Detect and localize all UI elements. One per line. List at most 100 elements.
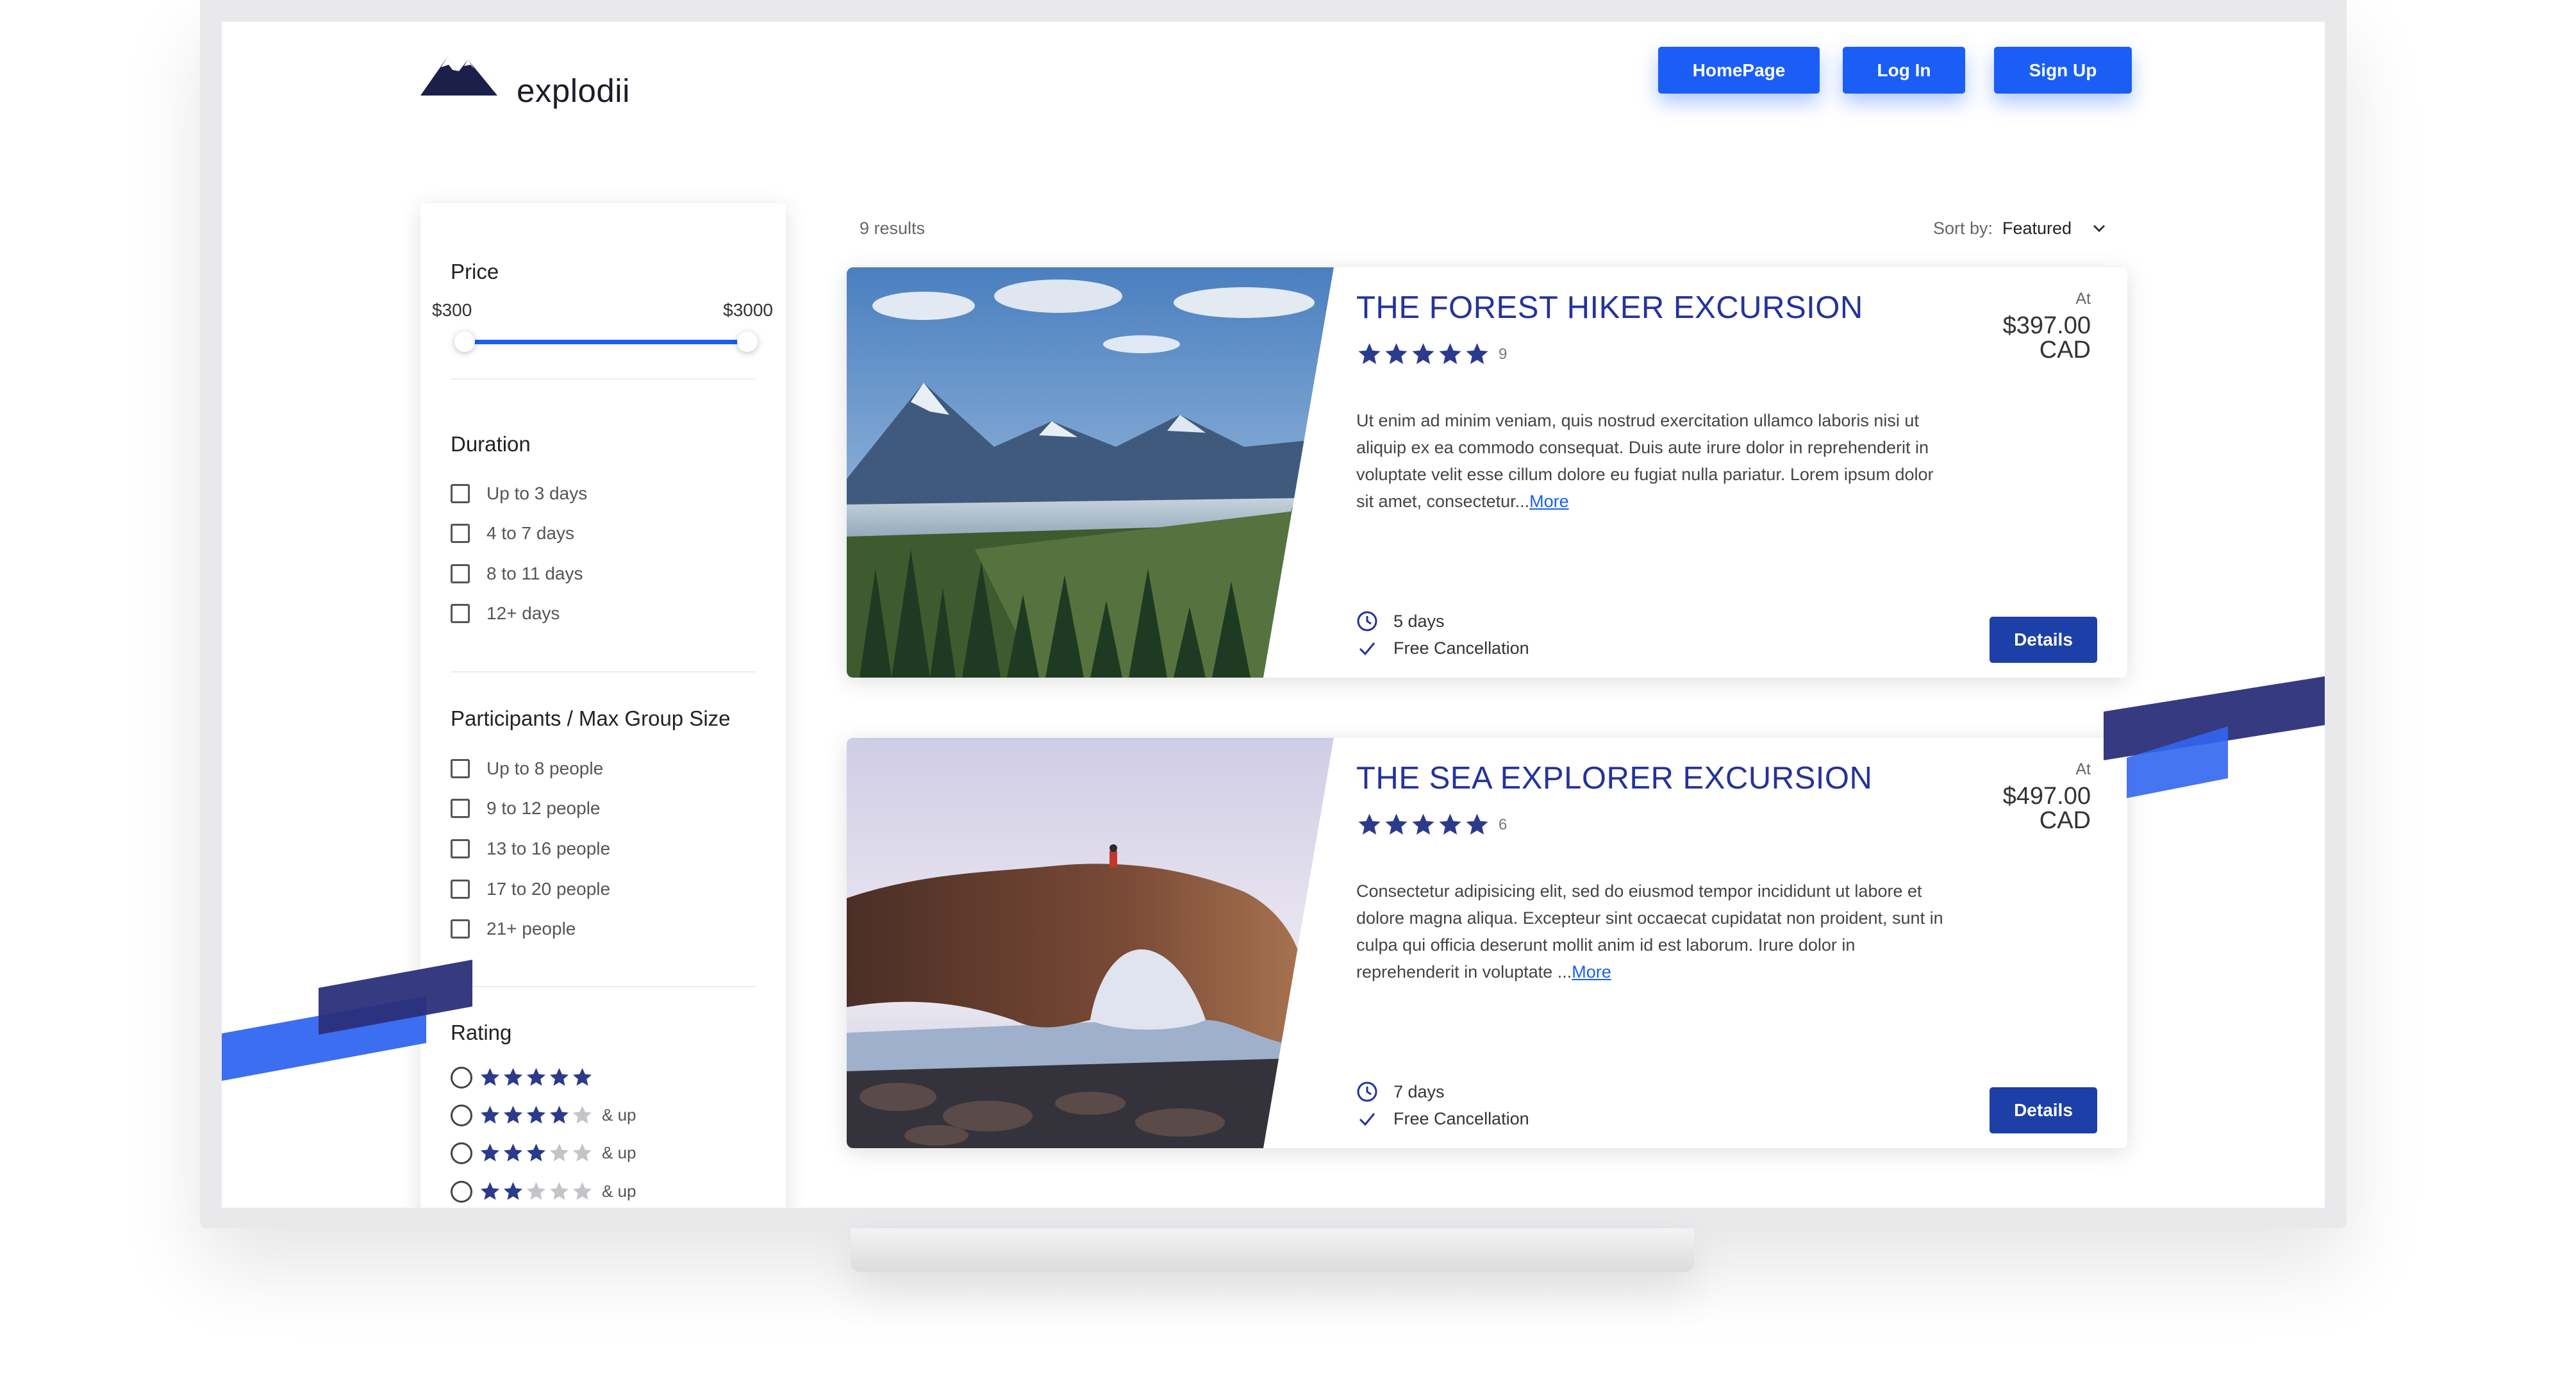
star-icon	[503, 1105, 523, 1124]
rating-filter-title: Rating	[451, 1021, 512, 1044]
checkbox[interactable]	[451, 839, 470, 858]
duration-option[interactable]: 8 to 11 days	[451, 564, 583, 584]
signup-button[interactable]: Sign Up	[1994, 47, 2132, 94]
star-icon	[572, 1181, 592, 1200]
more-link[interactable]: More	[1572, 962, 1611, 981]
price-min-handle[interactable]	[454, 331, 475, 352]
checkbox[interactable]	[451, 524, 470, 543]
tour-card: THE FOREST HIKER EXCURSION 9 Ut enim ad …	[847, 267, 2127, 678]
checkbox[interactable]	[451, 484, 470, 503]
rating-option[interactable]: & up	[451, 1180, 636, 1203]
participants-option[interactable]: 13 to 16 people	[451, 839, 610, 859]
browser-screen: explodii HomePage Log In Sign Up Price $…	[222, 22, 2325, 1208]
star-icon	[1385, 343, 1408, 364]
tour-price: $497.00 CAD	[1963, 784, 2091, 833]
homepage-button[interactable]: HomePage	[1658, 47, 1820, 94]
details-button[interactable]: Details	[1990, 1087, 2097, 1133]
price-prefix: At	[2075, 290, 2091, 308]
radio-button[interactable]	[451, 1142, 472, 1164]
radio-button[interactable]	[451, 1104, 472, 1126]
price-currency: CAD	[2039, 337, 2091, 363]
tour-description-text: Ut enim ad minim veniam, quis nostrud ex…	[1356, 411, 1934, 511]
star-icon	[503, 1143, 523, 1162]
clock-icon	[1357, 1081, 1377, 1102]
star-icon	[480, 1067, 500, 1086]
duration-filter-title: Duration	[451, 432, 531, 456]
checkbox-label: 17 to 20 people	[486, 879, 611, 899]
duration-text: 7 days	[1393, 1081, 1445, 1101]
star-icon	[526, 1105, 546, 1124]
checkbox[interactable]	[451, 759, 470, 778]
checkbox[interactable]	[451, 919, 470, 939]
tour-rating: 6	[1356, 812, 1507, 838]
price-filter-title: Price	[451, 260, 499, 283]
duration-info: 5 days	[1356, 610, 1445, 632]
rating-option[interactable]: & up	[451, 1142, 636, 1164]
tour-description: Consectetur adipisicing elit, sed do eiu…	[1356, 878, 1952, 985]
star-icon	[572, 1143, 592, 1162]
filter-sidebar: Price $300 $3000 Duration Up to 3 days 4…	[420, 203, 786, 1208]
brand-name[interactable]: explodii	[517, 72, 630, 110]
checkbox-label: 21+ people	[486, 919, 576, 939]
duration-option[interactable]: 4 to 7 days	[451, 523, 574, 544]
star-icon	[1358, 343, 1381, 364]
star-icon	[503, 1067, 523, 1086]
cancellation-text: Free Cancellation	[1393, 1108, 1529, 1128]
sort-dropdown[interactable]: Featured	[2002, 219, 2072, 238]
duration-text: 5 days	[1393, 611, 1445, 631]
checkbox-label: 12+ days	[486, 603, 560, 623]
radio-button[interactable]	[451, 1180, 472, 1203]
duration-option[interactable]: Up to 3 days	[451, 483, 587, 504]
star-icon	[1439, 343, 1461, 364]
checkbox[interactable]	[451, 604, 470, 623]
star-icon	[526, 1067, 546, 1086]
star-icon	[1412, 814, 1434, 835]
star-icon	[503, 1181, 523, 1200]
star-icon	[549, 1067, 569, 1086]
price-amount: $397.00	[2002, 312, 2091, 339]
price-max-handle[interactable]	[737, 331, 758, 352]
star-icon	[1412, 343, 1434, 364]
rating-option[interactable]: & up	[451, 1104, 636, 1126]
results-count: 9 results	[860, 219, 926, 238]
monitor-stand	[851, 1228, 1694, 1272]
login-button[interactable]: Log In	[1843, 47, 1965, 94]
participants-option[interactable]: Up to 8 people	[451, 758, 603, 779]
participants-option[interactable]: 9 to 12 people	[451, 798, 601, 819]
participants-option[interactable]: 17 to 20 people	[451, 879, 610, 899]
checkbox[interactable]	[451, 799, 470, 818]
cancellation-text: Free Cancellation	[1393, 638, 1529, 658]
star-icon	[480, 1181, 500, 1200]
checkbox[interactable]	[451, 564, 470, 583]
rating-option[interactable]	[451, 1066, 594, 1089]
participants-option[interactable]: 21+ people	[451, 919, 576, 939]
star-icon	[549, 1105, 569, 1124]
checkbox[interactable]	[451, 880, 470, 899]
more-link[interactable]: More	[1529, 492, 1569, 511]
chevron-down-icon[interactable]	[2091, 223, 2107, 233]
tour-title[interactable]: THE SEA EXPLORER EXCURSION	[1356, 760, 1872, 796]
forest-mountain-photo[interactable]	[847, 267, 1334, 678]
tour-description-text: Consectetur adipisicing elit, sed do eiu…	[1356, 881, 1943, 981]
participants-filter-title: Participants / Max Group Size	[451, 706, 731, 730]
checkbox-label: Up to 8 people	[486, 758, 604, 778]
divider	[451, 671, 756, 672]
radio-button[interactable]	[451, 1066, 472, 1089]
mountain-logo-icon[interactable]	[420, 46, 497, 96]
duration-option[interactable]: 12+ days	[451, 603, 560, 624]
tour-price: $397.00 CAD	[1963, 313, 2091, 362]
star-icon	[549, 1181, 569, 1200]
checkbox-label: 9 to 12 people	[486, 798, 601, 818]
details-button[interactable]: Details	[1990, 617, 2097, 663]
star-icon	[1385, 814, 1408, 835]
star-icon	[572, 1105, 592, 1124]
sea-arch-photo[interactable]	[847, 738, 1334, 1148]
review-count: 6	[1499, 815, 1508, 833]
tour-title[interactable]: THE FOREST HIKER EXCURSION	[1356, 290, 1863, 326]
price-min-label: $300	[432, 300, 472, 320]
price-range-track[interactable]	[465, 340, 747, 344]
review-count: 9	[1499, 345, 1508, 363]
divider	[451, 378, 756, 380]
cancellation-info: Free Cancellation	[1356, 1108, 1529, 1130]
and-up-label: & up	[602, 1105, 636, 1124]
